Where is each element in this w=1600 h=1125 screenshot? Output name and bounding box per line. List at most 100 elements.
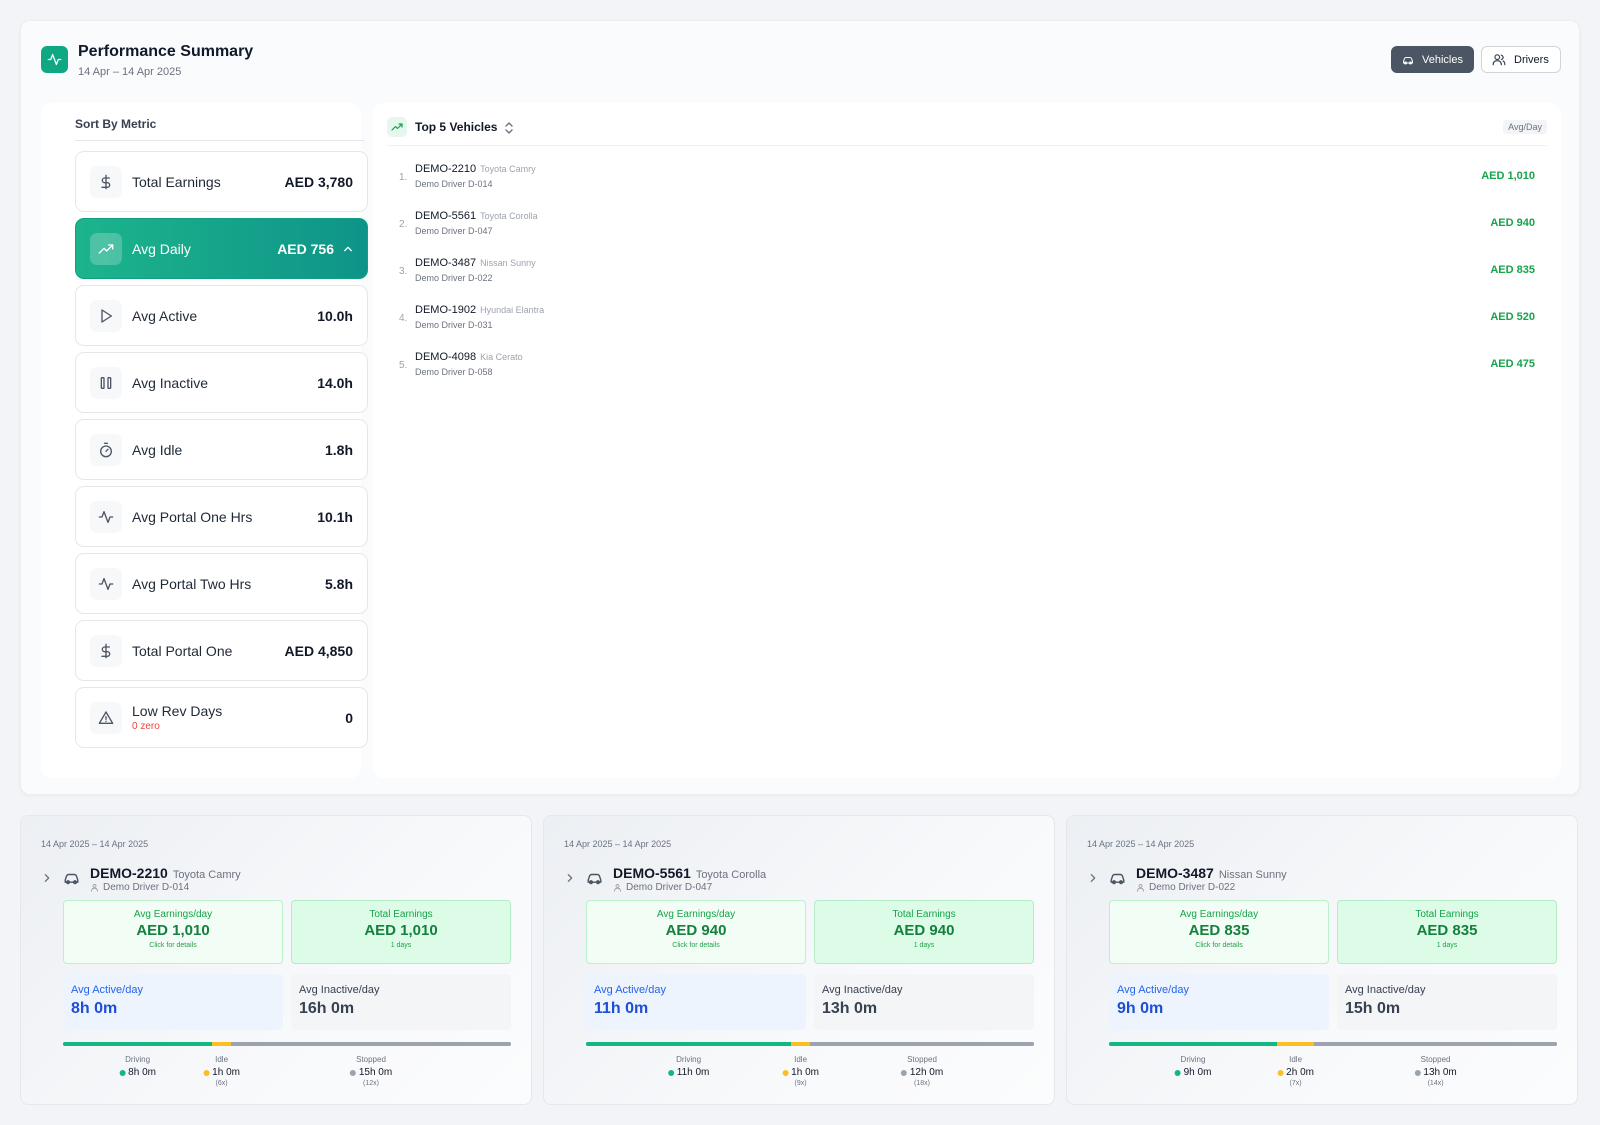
chevron-up-icon [344,246,352,251]
card-date-range: 14 Apr 2025 – 14 Apr 2025 [41,839,149,849]
legend-idle: Idle 2h 0m (7x) [1277,1055,1314,1087]
idle-segment [791,1042,810,1046]
legend-label: Stopped [356,1055,386,1064]
total-earnings-label: Total Earnings [369,909,433,920]
legend-label: Idle [1289,1055,1303,1064]
sort-toggle-icon[interactable] [503,121,515,135]
legend-value: 2h 0m [1286,1067,1314,1078]
card-driver-line: Demo Driver D-047 [613,882,712,893]
avg-earnings-label: Avg Earnings/day [133,909,213,920]
legend-stopped: Stopped 13h 0m (14x) [1414,1055,1457,1087]
vehicle-plate-line: DEMO-1902 Hyundai Elantra [415,304,544,316]
metric-value: AED 3,780 [284,173,353,190]
avg-active-label: Avg Active/day [1117,984,1189,996]
metric-value: AED 756 [277,240,334,257]
legend-driving: Driving 11h 0m [667,1055,710,1078]
avg-day-amount: AED 520 [1490,311,1535,323]
card-date-range: 14 Apr 2025 – 14 Apr 2025 [1087,839,1195,849]
vehicles-toggle-button[interactable]: Vehicles [1391,46,1474,73]
legend-value: 8h 0m [128,1067,156,1078]
chevron-right-icon[interactable] [42,873,52,883]
metric-total-earnings[interactable]: Total Earnings AED 3,780 [75,151,368,212]
total-earnings-value: AED 1,010 [364,922,438,939]
vehicle-card[interactable]: 14 Apr 2025 – 14 Apr 2025 DEMO-3487 Nissa… [1066,815,1578,1105]
metric-avg-daily[interactable]: Avg Daily AED 756 [75,218,368,279]
rank: 5. [399,360,408,371]
metric-avg-portal-one-hrs[interactable]: Avg Portal One Hrs 10.1h [75,486,368,547]
trending-up-icon [387,117,407,137]
metric-avg-inactive[interactable]: Avg Inactive 14.0h [75,352,368,413]
metric-label: Total Portal One [132,642,233,659]
car-icon [64,873,79,885]
rank: 3. [399,266,408,277]
total-earnings-box: Total Earnings AED 940 1 days [814,900,1034,964]
avg-active-label: Avg Active/day [594,984,666,996]
top-vehicle-row[interactable]: 4. DEMO-1902 Hyundai Elantra Demo Driver … [387,298,1535,342]
legend-value: 11h 0m [676,1067,710,1078]
driver-name: Demo Driver D-047 [415,226,493,236]
card-plate-line: DEMO-5561 Toyota Corolla [613,865,766,881]
avg-active-value: 11h 0m [594,1000,649,1017]
idle-dot [1277,1069,1284,1076]
vehicle-model: Kia Cerato [480,352,523,362]
vehicle-card[interactable]: 14 Apr 2025 – 14 Apr 2025 DEMO-2210 Toyot… [20,815,532,1105]
legend-count: (9x) [794,1080,807,1087]
date-range: 14 Apr – 14 Apr 2025 [78,66,182,78]
rank: 2. [399,219,408,230]
page-title: Performance Summary [78,43,254,60]
stopped-segment [230,1042,511,1046]
avg-earnings-box[interactable]: Avg Earnings/day AED 1,010 Click for det… [63,900,283,964]
driver-name: Demo Driver D-014 [415,179,493,189]
vehicle-plate-line: DEMO-5561 Toyota Corolla [415,210,538,222]
legend-count: (14x) [1427,1080,1444,1087]
top-vehicle-row[interactable]: 1. DEMO-2210 Toyota Camry Demo Driver D-0… [387,157,1535,201]
sort-panel-title: Sort By Metric [75,117,157,131]
top-vehicle-row[interactable]: 2. DEMO-5561 Toyota Corolla Demo Driver D… [387,204,1535,248]
avg-earnings-label: Avg Earnings/day [1179,909,1259,920]
avg-earnings-box[interactable]: Avg Earnings/day AED 835 Click for detai… [1109,900,1329,964]
idle-dot [782,1069,789,1076]
idle-segment [212,1042,231,1046]
user-icon [91,884,98,892]
card-model: Nissan Sunny [1218,869,1287,881]
driving-segment [1109,1042,1277,1046]
vehicle-card[interactable]: 14 Apr 2025 – 14 Apr 2025 DEMO-5561 Toyot… [543,815,1055,1105]
legend-driving: Driving 9h 0m [1174,1055,1211,1078]
avg-earnings-box[interactable]: Avg Earnings/day AED 940 Click for detai… [586,900,806,964]
metric-label: Avg Inactive [132,374,209,391]
metric-total-portal-one[interactable]: Total Portal One AED 4,850 [75,620,368,681]
trending-up-icon [90,232,122,265]
vehicle-model: Toyota Camry [480,164,536,174]
metric-label: Avg Idle [132,441,183,458]
legend-label: Stopped [907,1055,937,1064]
chevron-right-icon[interactable] [565,873,575,883]
metric-avg-idle[interactable]: Avg Idle 1.8h [75,419,368,480]
top-vehicle-row[interactable]: 3. DEMO-3487 Nissan Sunny Demo Driver D-0… [387,251,1535,295]
vehicle-plate: DEMO-2210 [415,163,477,175]
activity-bar [586,1042,1034,1046]
avg-inactive-value: 13h 0m [822,1000,878,1017]
rank: 1. [399,172,408,183]
days-count: 1 days [913,942,935,949]
avg-day-amount: AED 1,010 [1481,170,1535,182]
dollar-icon [90,165,122,198]
divider [75,140,365,141]
users-icon [1492,54,1506,66]
chevron-right-icon[interactable] [1088,873,1098,883]
total-earnings-label: Total Earnings [1415,909,1479,920]
metric-avg-active[interactable]: Avg Active 10.0h [75,285,368,346]
top-vehicle-row[interactable]: 5. DEMO-4098 Kia Cerato Demo Driver D-058… [387,345,1535,389]
metric-avg-portal-two-hrs[interactable]: Avg Portal Two Hrs 5.8h [75,553,368,614]
rank: 4. [399,313,408,324]
user-icon [614,884,621,892]
legend-label: Stopped [1420,1055,1451,1064]
divider [387,145,1547,146]
vehicle-model: Hyundai Elantra [480,305,545,315]
legend-value: 15h 0m [358,1067,393,1078]
vehicle-plate: DEMO-3487 [415,257,477,269]
play-icon [90,299,122,332]
drivers-toggle-button[interactable]: Drivers [1481,46,1561,73]
click-for-details: Click for details [1195,942,1243,949]
metric-low-rev-days[interactable]: Low Rev Days 0 zero 0 [75,687,368,748]
total-earnings-value: AED 940 [893,922,955,939]
